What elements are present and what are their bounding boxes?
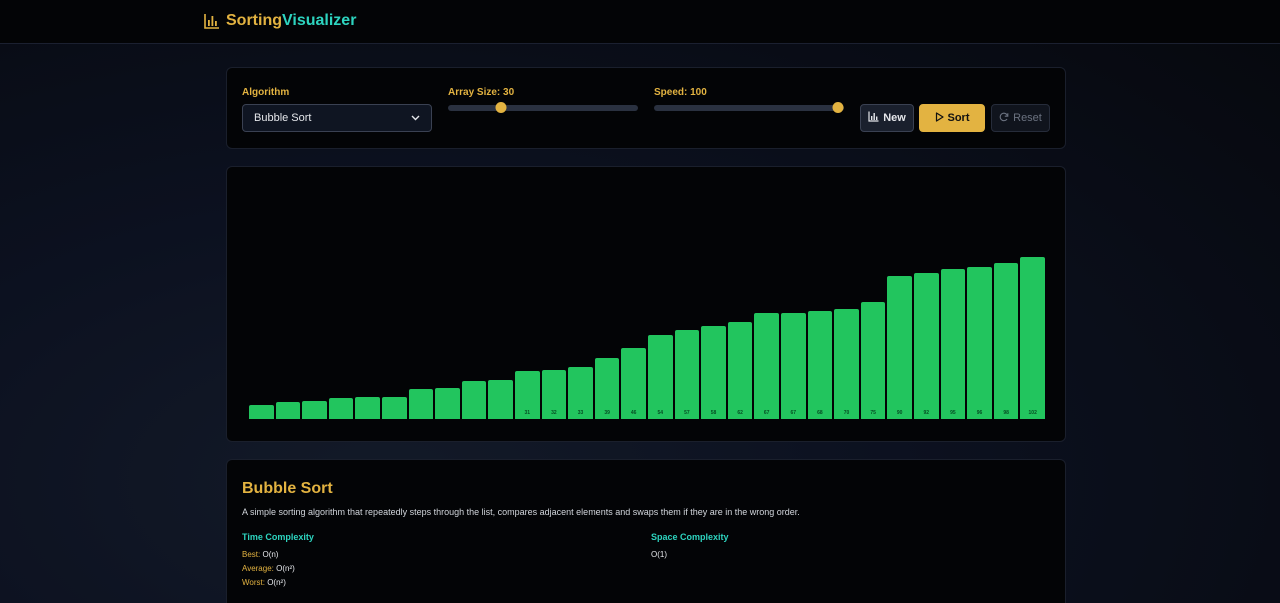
array-bar: 70 bbox=[834, 308, 859, 419]
array-bar: 39 bbox=[594, 358, 620, 419]
array-bar bbox=[355, 396, 380, 419]
bar-value-label: 98 bbox=[1003, 410, 1009, 416]
array-bar bbox=[461, 381, 487, 419]
space-complexity-value: O(1) bbox=[651, 550, 667, 559]
reset-button[interactable]: Reset bbox=[991, 104, 1050, 132]
top-navbar: SortingVisualizer bbox=[0, 0, 1280, 44]
bar-value-label: 58 bbox=[710, 410, 717, 416]
array-bar: 54 bbox=[648, 334, 673, 419]
array-bar bbox=[435, 387, 460, 419]
refresh-icon bbox=[999, 112, 1009, 125]
array-bar: 33 bbox=[568, 367, 593, 419]
array-bar bbox=[275, 402, 301, 419]
play-icon bbox=[935, 111, 944, 125]
visualizer-panel: 31 32 33 39 46 54 57 58 62 67 67 68 70 75 90 92 95 96 98 10… bbox=[226, 166, 1066, 442]
new-array-button[interactable]: New bbox=[860, 104, 914, 132]
bar-chart-icon bbox=[868, 111, 879, 125]
bar-value-label: 68 bbox=[817, 410, 823, 416]
bar-value-label: 70 bbox=[843, 410, 850, 416]
array-bar: 102 bbox=[1020, 257, 1045, 419]
controls-panel: Algorithm Bubble Sort Array Size: 30 Spe… bbox=[226, 67, 1066, 149]
bar-value-label: 31 bbox=[524, 410, 531, 416]
array-bar: 31 bbox=[515, 371, 540, 419]
speed-slider[interactable] bbox=[654, 102, 844, 113]
array-bar: 68 bbox=[807, 311, 833, 419]
new-button-label: New bbox=[883, 112, 906, 124]
array-bar: 57 bbox=[674, 329, 700, 419]
bar-value-label: 39 bbox=[604, 410, 610, 416]
array-bar: 67 bbox=[754, 312, 779, 419]
brand-name-sorting: Sorting bbox=[226, 12, 282, 29]
speed-label: Speed: 100 bbox=[654, 87, 707, 98]
array-bar bbox=[328, 398, 354, 419]
array-bar: 62 bbox=[727, 321, 753, 419]
array-bar bbox=[302, 400, 327, 419]
average-case-key: Average: bbox=[242, 564, 274, 573]
best-case-key: Best: bbox=[242, 550, 261, 559]
array-bar: 98 bbox=[993, 263, 1019, 419]
bar-value-label: 102 bbox=[1028, 410, 1037, 416]
array-bar bbox=[488, 380, 513, 419]
brand-name-visualizer: Visualizer bbox=[282, 12, 357, 29]
bar-value-label: 57 bbox=[684, 410, 690, 416]
array-bar: 96 bbox=[967, 267, 992, 419]
chevron-down-icon bbox=[411, 112, 420, 124]
array-bar: 90 bbox=[887, 276, 912, 419]
array-bar bbox=[382, 396, 407, 419]
bar-value-label: 95 bbox=[950, 410, 956, 416]
bar-value-label: 75 bbox=[870, 410, 876, 416]
algorithm-select[interactable]: Bubble Sort bbox=[242, 104, 432, 132]
array-size-slider-thumb[interactable] bbox=[495, 102, 507, 113]
best-case-value: O(n) bbox=[262, 550, 279, 559]
bar-value-label: 33 bbox=[577, 410, 584, 416]
reset-button-label: Reset bbox=[1013, 112, 1042, 124]
bar-value-label: 90 bbox=[896, 410, 903, 416]
array-bar: 32 bbox=[541, 369, 567, 419]
array-size-slider[interactable] bbox=[448, 102, 638, 113]
array-bar: 75 bbox=[860, 302, 886, 419]
array-bar: 46 bbox=[621, 347, 646, 419]
best-case-row: Best: O(n) bbox=[242, 550, 278, 559]
algorithm-select-value: Bubble Sort bbox=[254, 112, 312, 124]
sort-button-label: Sort bbox=[947, 112, 970, 124]
bar-value-label: 62 bbox=[737, 410, 743, 416]
worst-case-row: Worst: O(n²) bbox=[242, 578, 286, 587]
bar-chart: 31 32 33 39 46 54 57 58 62 67 67 68 70 75 90 92 95 96 98 10… bbox=[249, 187, 1045, 419]
bar-value-label: 32 bbox=[551, 410, 557, 416]
array-bar bbox=[249, 404, 274, 419]
algorithm-label: Algorithm bbox=[242, 87, 290, 98]
array-bar: 95 bbox=[940, 268, 966, 419]
time-complexity-title: Time Complexity bbox=[242, 532, 314, 542]
array-bar: 67 bbox=[781, 312, 806, 419]
bar-value-label: 46 bbox=[630, 410, 637, 416]
speed-slider-thumb[interactable] bbox=[832, 102, 844, 113]
algorithm-info-panel: Bubble Sort A simple sorting algorithm t… bbox=[226, 459, 1066, 603]
average-case-value: O(n²) bbox=[276, 564, 295, 573]
brand-logo[interactable]: SortingVisualizer bbox=[204, 12, 356, 30]
bar-value-label: 92 bbox=[923, 410, 930, 416]
bar-value-label: 67 bbox=[790, 410, 797, 416]
array-size-label: Array Size: 30 bbox=[448, 87, 515, 98]
average-case-row: Average: O(n²) bbox=[242, 564, 295, 573]
array-bar bbox=[408, 389, 434, 419]
worst-case-key: Worst: bbox=[242, 578, 265, 587]
array-bar: 92 bbox=[914, 272, 939, 419]
algorithm-description: A simple sorting algorithm that repeated… bbox=[242, 507, 800, 517]
bar-value-label: 96 bbox=[976, 410, 983, 416]
sort-button[interactable]: Sort bbox=[919, 104, 985, 132]
array-bar: 58 bbox=[701, 325, 726, 419]
worst-case-value: O(n²) bbox=[267, 578, 286, 587]
bar-chart-icon bbox=[204, 13, 220, 29]
bar-value-label: 67 bbox=[763, 410, 770, 416]
algorithm-title: Bubble Sort bbox=[242, 480, 333, 497]
space-complexity-title: Space Complexity bbox=[651, 532, 729, 542]
bar-value-label: 54 bbox=[657, 410, 664, 416]
